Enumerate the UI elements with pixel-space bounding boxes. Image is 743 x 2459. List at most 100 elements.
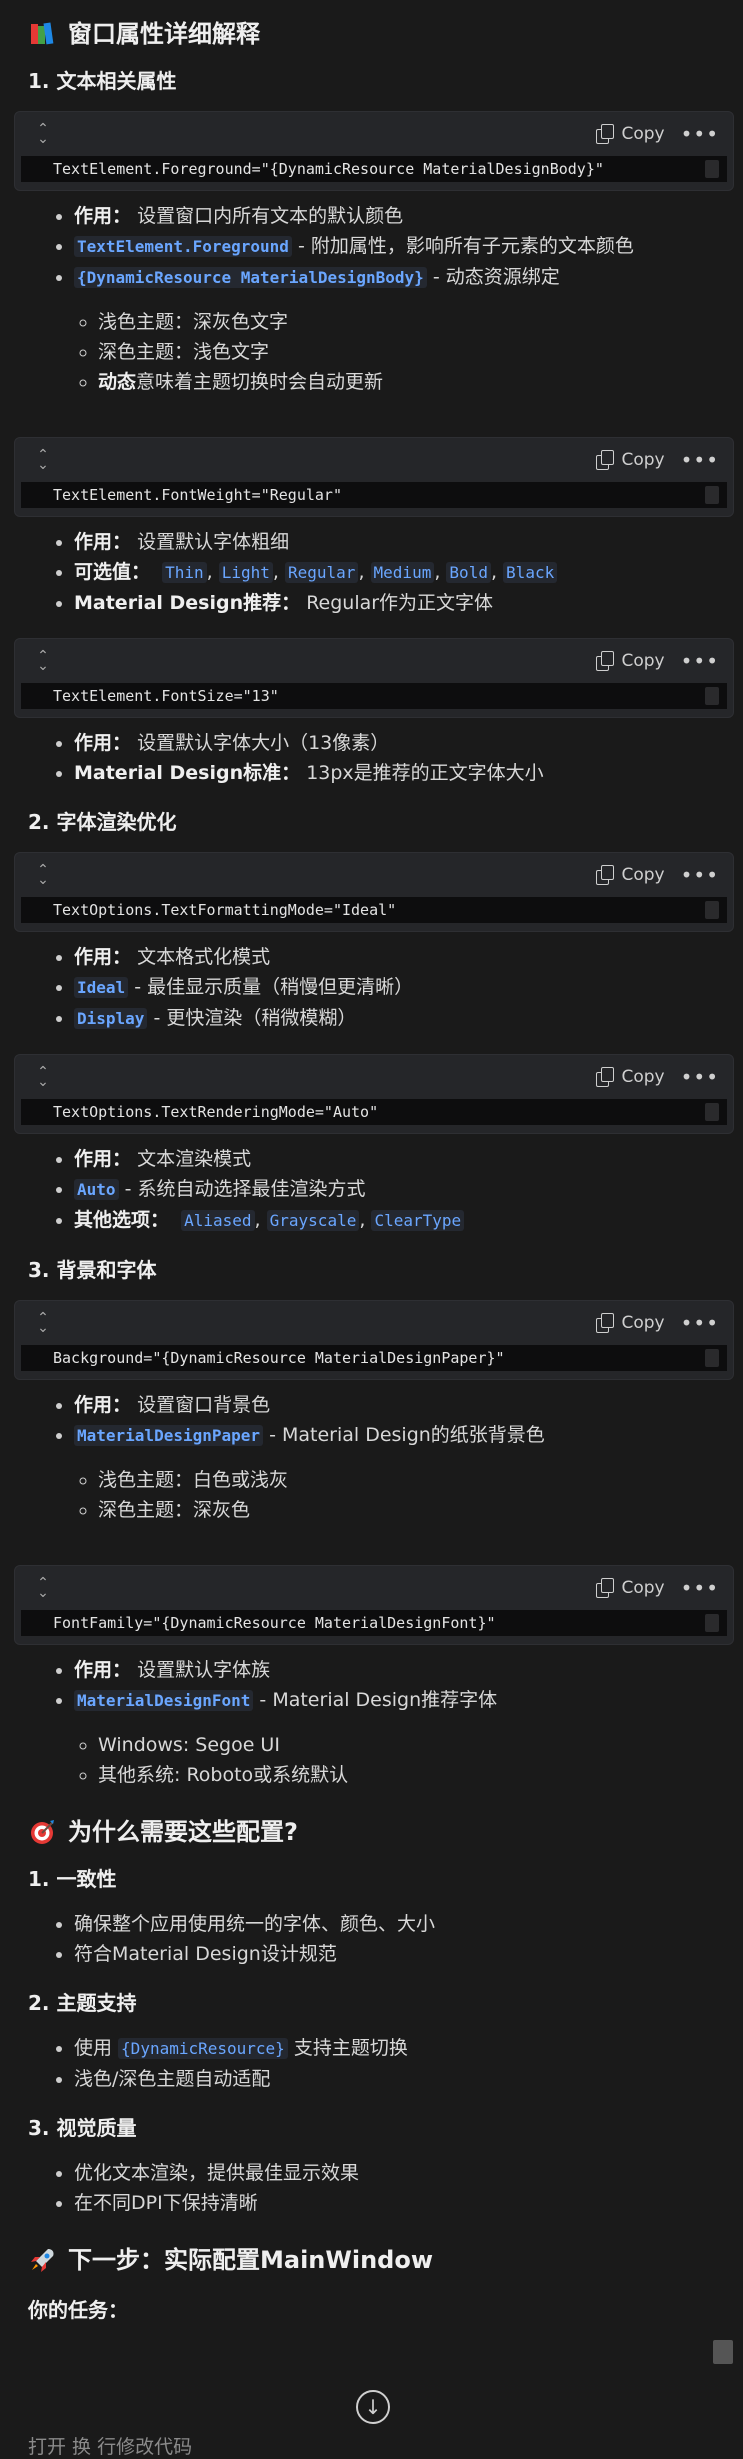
collapse-icon[interactable]: ⌃ ⌄ bbox=[33, 122, 53, 146]
more-options-icon[interactable]: ••• bbox=[681, 122, 719, 146]
copy-button[interactable]: Copy bbox=[596, 864, 665, 885]
code-scrollbar[interactable] bbox=[705, 686, 719, 705]
code-scrollbar[interactable] bbox=[705, 485, 719, 504]
code-line: FontFamily="{DynamicResource MaterialDes… bbox=[21, 1609, 727, 1636]
copy-button[interactable]: Copy bbox=[596, 449, 665, 470]
list-item: 作用： 文本渲染模式 bbox=[74, 1144, 715, 1174]
scrollbar-thumb[interactable] bbox=[713, 2340, 733, 2364]
list-item: Material Design推荐： Regular作为正文字体 bbox=[74, 588, 715, 618]
copy-button[interactable]: Copy bbox=[596, 1577, 665, 1598]
inline-code: Auto bbox=[74, 1178, 119, 1200]
list-item: 其他选项： Aliased, Grayscale, ClearType bbox=[74, 1205, 715, 1236]
sub-list: Windows: Segoe UI 其他系统: Roboto或系统默认 bbox=[74, 1730, 715, 1790]
inline-code: TextElement.Foreground bbox=[74, 235, 292, 257]
target-icon bbox=[28, 1818, 56, 1846]
more-options-icon[interactable]: ••• bbox=[681, 1576, 719, 1600]
section-heading-text: 2. 字体渲染优化 bbox=[28, 809, 177, 834]
list-item: 符合Material Design设计规范 bbox=[74, 1939, 715, 1969]
copy-button[interactable]: Copy bbox=[596, 1066, 665, 1087]
section-heading-text: 1. 文本相关属性 bbox=[28, 68, 177, 93]
code-line: TextElement.Foreground="{DynamicResource… bbox=[21, 155, 727, 182]
inline-code: {DynamicResource MaterialDesignBody} bbox=[74, 266, 427, 288]
copy-icon bbox=[596, 864, 615, 885]
code-block: ⌃ ⌄ Copy ••• TextElement.FontWeight="Regu… bbox=[14, 436, 734, 517]
collapse-icon[interactable]: ⌃ ⌄ bbox=[33, 1065, 53, 1089]
more-options-icon[interactable]: ••• bbox=[681, 863, 719, 887]
code-scrollbar[interactable] bbox=[705, 900, 719, 919]
code-line: TextElement.FontWeight="Regular" bbox=[21, 481, 727, 508]
inline-code: Ideal bbox=[74, 976, 129, 998]
list-item: 动态意味着主题切换时会自动更新 bbox=[98, 367, 715, 397]
copy-icon bbox=[596, 1066, 615, 1087]
list-item: 浅色主题：白色或浅灰 bbox=[98, 1465, 715, 1495]
sub-list: 浅色主题：白色或浅灰 深色主题：深灰色 bbox=[74, 1465, 715, 1525]
copy-icon bbox=[596, 650, 615, 671]
code-line: TextElement.FontSize="13" bbox=[21, 682, 727, 709]
list-item: TextElement.Foreground - 附加属性，影响所有子元素的文本… bbox=[74, 231, 715, 262]
code-block: ⌃ ⌄ Copy ••• TextOptions.TextFormattingMo… bbox=[14, 851, 734, 932]
list-item: 优化文本渲染，提供最佳显示效果 bbox=[74, 2158, 715, 2188]
copy-icon bbox=[596, 1577, 615, 1598]
chat-message: 窗口属性详细解释 1. 文本相关属性 ⌃ ⌄ Copy ••• TextEleme… bbox=[0, 0, 743, 2323]
list-item: 浅色主题：深灰色文字 bbox=[98, 307, 715, 337]
list-item: 深色主题：深灰色 bbox=[98, 1495, 715, 1525]
code-scrollbar[interactable] bbox=[705, 1613, 719, 1632]
code-block: ⌃ ⌄ Copy ••• TextElement.FontSize="13" bbox=[14, 637, 734, 718]
inline-code: Light bbox=[218, 561, 273, 583]
code-line: TextOptions.TextFormattingMode="Ideal" bbox=[21, 896, 727, 923]
list-item: 作用： 文本格式化模式 bbox=[74, 942, 715, 972]
code-scrollbar[interactable] bbox=[705, 1348, 719, 1367]
list-item: 作用： 设置窗口背景色 bbox=[74, 1390, 715, 1420]
collapse-icon[interactable]: ⌃ ⌄ bbox=[33, 1576, 53, 1600]
more-options-icon[interactable]: ••• bbox=[681, 1311, 719, 1335]
rocket-icon bbox=[28, 2246, 56, 2274]
code-line: TextOptions.TextRenderingMode="Auto" bbox=[21, 1098, 727, 1125]
copy-icon bbox=[596, 449, 615, 470]
code-scrollbar[interactable] bbox=[705, 1102, 719, 1121]
list-item: 作用： 设置默认字体族 bbox=[74, 1655, 715, 1685]
inline-code: MaterialDesignFont bbox=[74, 1689, 254, 1711]
inline-code: MaterialDesignPaper bbox=[74, 1424, 264, 1446]
collapse-icon[interactable]: ⌃ ⌄ bbox=[33, 448, 53, 472]
bullet-list: 使用 {DynamicResource} 支持主题切换 浅色/深色主题自动适配 bbox=[28, 2033, 715, 2094]
inline-code: Medium bbox=[370, 561, 435, 583]
copy-button[interactable]: Copy bbox=[596, 650, 665, 671]
bullet-list: 作用： 设置默认字体族 MaterialDesignFont - Materia… bbox=[28, 1655, 715, 1790]
sub-list: 浅色主题：深灰色文字 深色主题：浅色文字 动态意味着主题切换时会自动更新 bbox=[74, 307, 715, 397]
more-options-icon[interactable]: ••• bbox=[681, 448, 719, 472]
partial-text: 打开 换 行修改代码 bbox=[28, 2436, 193, 2458]
bullet-list: 优化文本渲染，提供最佳显示效果 在不同DPI下保持清晰 bbox=[28, 2158, 715, 2218]
collapse-icon[interactable]: ⌃ ⌄ bbox=[33, 649, 53, 673]
list-item: MaterialDesignPaper - Material Design的纸张… bbox=[74, 1420, 715, 1525]
subsection-heading: 1. 一致性 bbox=[28, 1866, 117, 1891]
code-block: ⌃ ⌄ Copy ••• TextElement.Foreground="{Dyn… bbox=[14, 110, 734, 191]
code-scrollbar[interactable] bbox=[705, 159, 719, 178]
bullet-list: 作用： 设置窗口背景色 MaterialDesignPaper - Materi… bbox=[28, 1390, 715, 1525]
bullet-list: 作用： 设置窗口内所有文本的默认颜色 TextElement.Foregroun… bbox=[28, 201, 715, 397]
inline-code: Grayscale bbox=[266, 1209, 360, 1231]
more-options-icon[interactable]: ••• bbox=[681, 649, 719, 673]
list-item: Auto - 系统自动选择最佳渲染方式 bbox=[74, 1174, 715, 1205]
copy-button[interactable]: Copy bbox=[596, 123, 665, 144]
inline-code: ClearType bbox=[371, 1209, 465, 1231]
collapse-icon[interactable]: ⌃ ⌄ bbox=[33, 1311, 53, 1335]
bullet-list: 确保整个应用使用统一的字体、颜色、大小 符合Material Design设计规… bbox=[28, 1909, 715, 1969]
list-item: 作用： 设置窗口内所有文本的默认颜色 bbox=[74, 201, 715, 231]
inline-code: Regular bbox=[285, 561, 359, 583]
inline-code: Bold bbox=[446, 561, 491, 583]
list-item: 其他系统: Roboto或系统默认 bbox=[98, 1760, 715, 1790]
inline-code: Thin bbox=[162, 561, 207, 583]
subsection-heading: 3. 视觉质量 bbox=[28, 2115, 137, 2140]
section-heading: 下一步：实际配置MainWindow bbox=[28, 2246, 715, 2275]
copy-icon bbox=[596, 1312, 615, 1333]
copy-button[interactable]: Copy bbox=[596, 1312, 665, 1333]
more-options-icon[interactable]: ••• bbox=[681, 1065, 719, 1089]
copy-icon bbox=[596, 123, 615, 144]
list-item: 在不同DPI下保持清晰 bbox=[74, 2188, 715, 2218]
collapse-icon[interactable]: ⌃ ⌄ bbox=[33, 863, 53, 887]
books-icon bbox=[28, 20, 56, 48]
code-block: ⌃ ⌄ Copy ••• TextOptions.TextRenderingMod… bbox=[14, 1053, 734, 1134]
list-item: 作用： 设置默认字体粗细 bbox=[74, 527, 715, 557]
scroll-to-bottom-button[interactable]: ↓ bbox=[356, 2390, 390, 2424]
inline-code: Aliased bbox=[181, 1209, 255, 1231]
